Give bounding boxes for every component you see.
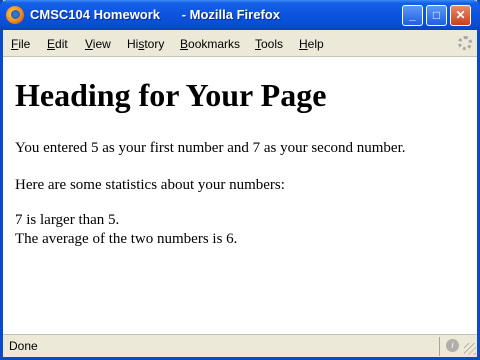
resize-grip-icon[interactable] (464, 343, 476, 355)
firefox-icon[interactable] (6, 6, 24, 24)
larger-number-text: 7 is larger than 5. (15, 212, 120, 228)
loading-throbber-icon (458, 36, 472, 50)
menu-tools[interactable]: Tools (255, 37, 283, 51)
page-content: Heading for Your Page You entered 5 as y… (3, 57, 477, 334)
menu-bar: File Edit View History Bookmarks Tools H… (3, 30, 477, 57)
menu-help[interactable]: Help (299, 37, 324, 51)
status-text: Done (9, 339, 38, 353)
page-heading: Heading for Your Page (15, 77, 327, 113)
status-separator (439, 337, 440, 356)
menu-file[interactable]: File (11, 37, 30, 51)
window-title: CMSC104 Homework - Mozilla Firefox (30, 7, 280, 22)
menu-bookmarks[interactable]: Bookmarks (180, 37, 240, 51)
minimize-button[interactable]: _ (402, 5, 423, 26)
average-text: The average of the two numbers is 6. (15, 231, 238, 247)
menu-history[interactable]: History (127, 37, 164, 51)
title-bar[interactable]: CMSC104 Homework - Mozilla Firefox _ □ ✕ (0, 0, 480, 30)
entered-numbers-text: You entered 5 as your first number and 7… (15, 140, 406, 156)
browser-window: CMSC104 Homework - Mozilla Firefox _ □ ✕… (0, 0, 480, 360)
menu-edit[interactable]: Edit (47, 37, 68, 51)
menu-view[interactable]: View (85, 37, 111, 51)
statistics-intro-text: Here are some statistics about your numb… (15, 177, 285, 193)
maximize-button[interactable]: □ (426, 5, 447, 26)
info-icon[interactable]: i (446, 339, 459, 352)
status-bar: Done i (3, 334, 477, 358)
close-button[interactable]: ✕ (450, 5, 471, 26)
